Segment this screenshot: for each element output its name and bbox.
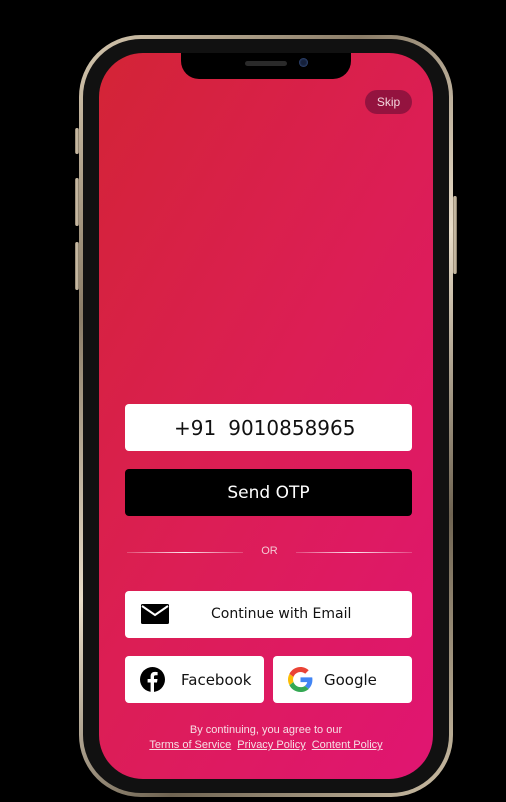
send-otp-button[interactable]: Send OTP (125, 469, 412, 516)
privacy-policy-link[interactable]: Privacy Policy (237, 739, 305, 751)
volume-up-button (75, 178, 79, 226)
phone-mockup: Skip +91 9010858965 Send OTP OR Continue… (0, 0, 506, 802)
legal-intro: By continuing, you agree to our (189, 724, 343, 736)
skip-button[interactable]: Skip (365, 90, 412, 114)
facebook-icon (140, 667, 165, 692)
volume-down-button (75, 242, 79, 290)
send-otp-label: Send OTP (227, 482, 310, 503)
google-icon (288, 667, 313, 692)
or-label: OR (261, 545, 278, 557)
notch (181, 53, 351, 79)
country-code[interactable]: +91 (174, 416, 216, 440)
mail-icon (141, 604, 169, 624)
email-button-label: Continue with Email (211, 606, 352, 622)
content-policy-link[interactable]: Content Policy (312, 739, 383, 751)
phone-number-value: 9010858965 (228, 415, 356, 440)
google-button-label: Google (324, 671, 377, 689)
continue-with-email-button[interactable]: Continue with Email (125, 591, 412, 638)
or-divider: OR (127, 544, 412, 560)
terms-of-service-link[interactable]: Terms of Service (149, 739, 231, 751)
divider-line-left (127, 552, 243, 553)
front-camera (299, 58, 308, 67)
power-button (453, 196, 457, 274)
facebook-login-button[interactable]: Facebook (125, 656, 264, 703)
facebook-button-label: Facebook (181, 671, 252, 689)
legal-notice: By continuing, you agree to our Terms of… (99, 723, 433, 753)
divider-line-right (296, 552, 412, 553)
speaker-grille (245, 61, 287, 66)
google-login-button[interactable]: Google (273, 656, 412, 703)
phone-number-input[interactable]: +91 9010858965 (125, 404, 412, 451)
mute-switch (75, 128, 79, 154)
app-screen: Skip +91 9010858965 Send OTP OR Continue… (99, 53, 433, 779)
